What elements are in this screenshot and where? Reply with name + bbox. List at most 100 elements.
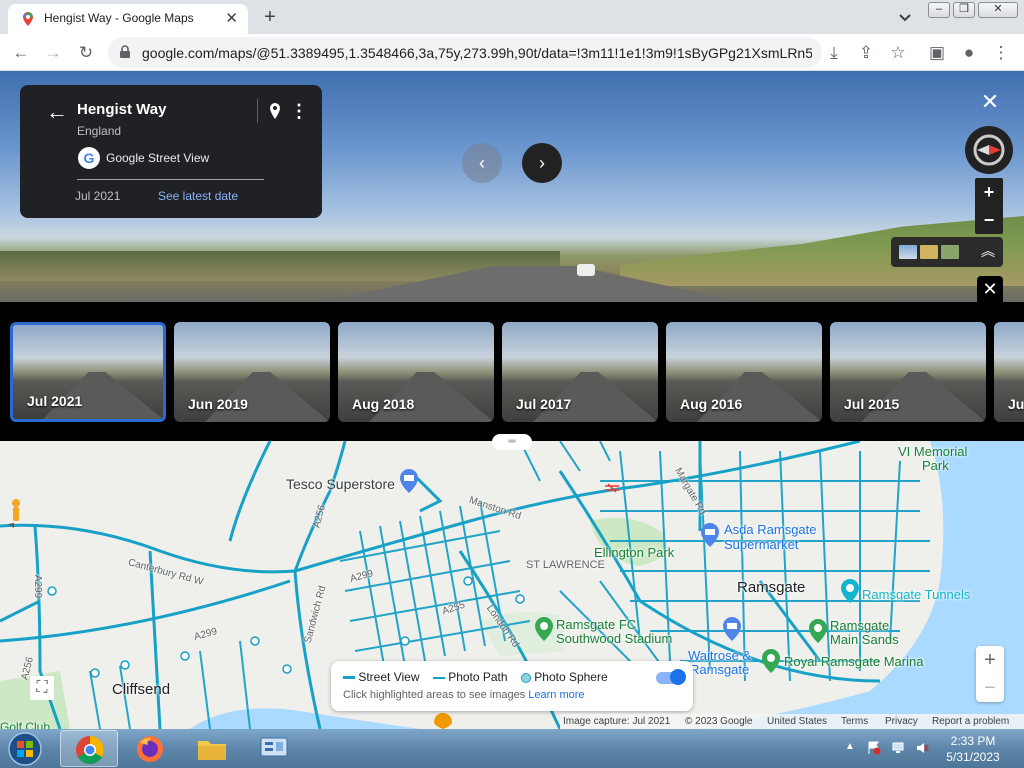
restore-button[interactable]: ❐ — [953, 2, 975, 18]
forward-arrow-icon[interactable]: → — [42, 42, 64, 64]
layer-thumbnail-field[interactable] — [920, 245, 938, 259]
layer-thumbnail-grass[interactable] — [941, 245, 959, 259]
report-problem-link[interactable]: Report a problem — [932, 716, 1009, 727]
map-label-golf-club[interactable]: Golf Club — [0, 720, 50, 729]
country-link[interactable]: United States — [767, 716, 827, 727]
volume-muted-icon[interactable] — [915, 741, 929, 755]
reload-icon[interactable]: ↻ — [75, 42, 97, 64]
timeline-thumbnail[interactable]: Aug 2018 — [338, 322, 494, 422]
action-center-flag-icon[interactable] — [867, 741, 881, 755]
tab-search-chevron-icon[interactable] — [895, 7, 915, 27]
system-clock[interactable]: 2:33 PM 5/31/2023 — [938, 733, 1008, 765]
show-hidden-icons[interactable]: ▲ — [845, 741, 855, 752]
map-label-waitrose-2[interactable]: Ramsgate — [690, 662, 749, 677]
street-view-layer-toggle[interactable] — [656, 669, 686, 685]
terms-link[interactable]: Terms — [841, 716, 868, 727]
see-latest-date-link[interactable]: See latest date — [158, 189, 238, 203]
legend-hint: Click highlighted areas to see images — [343, 689, 526, 701]
taskbar-explorer[interactable] — [183, 730, 241, 767]
map-label-cliffsend[interactable]: Cliffsend — [112, 681, 170, 698]
address-bar[interactable]: google.com/maps/@51.3389495,1.3548466,3a… — [108, 37, 822, 68]
close-window-button[interactable]: ✕ — [978, 2, 1018, 18]
install-icon[interactable]: ⤓ — [823, 42, 845, 64]
bookmark-star-icon[interactable]: ☆ — [887, 42, 909, 64]
map-label-vi-memorial-park[interactable]: Park — [922, 458, 949, 473]
shopping-cart-marker-icon[interactable] — [700, 523, 720, 547]
location-pin-icon[interactable] — [268, 102, 282, 120]
compass-icon[interactable] — [965, 126, 1013, 174]
panorama-car — [577, 264, 595, 276]
map-label-main-sands[interactable]: Main Sands — [830, 632, 899, 647]
learn-more-link[interactable]: Learn more — [528, 689, 584, 701]
map-zoom-in-button[interactable]: + — [976, 646, 1004, 674]
coverage-legend: Street View Photo Path Photo Sphere Clic… — [331, 661, 693, 711]
close-timeline-icon[interactable]: ✕ — [977, 276, 1003, 302]
provider-label: Google Street View — [106, 151, 210, 165]
street-view-info-card: ← Hengist Way England ⋮ G Google Street … — [20, 85, 322, 218]
street-view-zoom-control: + − — [975, 178, 1003, 234]
map-label-asda-2[interactable]: Supermarket — [724, 537, 798, 552]
previous-image-button[interactable]: ‹ — [462, 143, 502, 183]
map-label-tesco[interactable]: Tesco Superstore — [286, 476, 395, 492]
map-label-waitrose[interactable]: Waitrose & — [688, 648, 751, 663]
back-arrow-icon[interactable]: ← — [46, 99, 68, 125]
network-icon[interactable] — [891, 741, 905, 755]
map-label-ramsgate[interactable]: Ramsgate — [737, 579, 805, 596]
orange-marker-icon[interactable] — [433, 713, 453, 729]
tab-close-icon[interactable]: ✕ — [225, 9, 238, 27]
legend-photo-path: Photo Path — [448, 670, 508, 684]
timeline-thumbnail[interactable]: Jul 2021 — [10, 322, 166, 422]
layer-thumbnail-sky[interactable] — [899, 245, 917, 259]
timeline-thumbnail[interactable]: Jul 2015 — [830, 322, 986, 422]
layers-switcher[interactable]: ︽ — [891, 237, 1003, 267]
url-text[interactable]: google.com/maps/@51.3389495,1.3548466,3a… — [142, 45, 812, 61]
timeline-thumbnail[interactable]: Ju — [994, 322, 1024, 422]
map-label-vi-memorial[interactable]: VI Memorial — [898, 444, 967, 459]
zoom-in-button[interactable]: + — [975, 178, 1003, 206]
divider — [77, 179, 264, 180]
place-name: Hengist Way — [77, 101, 167, 118]
taskbar-control-panel[interactable] — [245, 730, 303, 767]
next-image-button[interactable]: › — [522, 143, 562, 183]
map-label-ellington-park[interactable]: Ellington Park — [594, 545, 674, 560]
chrome-menu-icon[interactable]: ⋮ — [990, 42, 1012, 64]
zoom-out-button[interactable]: − — [975, 206, 1003, 234]
browser-toolbar: ← → ↻ google.com/maps/@51.3389495,1.3548… — [0, 34, 1024, 71]
share-icon[interactable]: ⇪ — [855, 42, 877, 64]
close-street-view-icon[interactable]: ✕ — [979, 91, 1001, 113]
beach-marker-icon[interactable] — [808, 619, 828, 643]
shopping-cart-marker-icon[interactable] — [399, 469, 419, 493]
marina-marker-icon[interactable] — [761, 649, 781, 673]
fullscreen-icon[interactable]: ⛶ — [30, 676, 54, 700]
expand-chevron-icon[interactable]: ︽ — [981, 241, 995, 261]
new-tab-button[interactable]: + — [258, 5, 282, 29]
map-label-asda[interactable]: Asda Ramsgate — [724, 522, 817, 537]
shopping-cart-marker-icon[interactable] — [722, 617, 742, 641]
minimize-button[interactable]: – — [928, 2, 950, 18]
map-label-southwood-stadium[interactable]: Southwood Stadium — [556, 631, 672, 646]
map-label-ramsgate-fc[interactable]: Ramsgate FC — [556, 617, 636, 632]
timeline-thumbnail[interactable]: Jun 2019 — [174, 322, 330, 422]
windows-start-icon[interactable] — [4, 730, 46, 768]
capture-date: Jul 2021 — [75, 189, 121, 203]
browser-tab[interactable]: Hengist Way - Google Maps ✕ — [8, 4, 248, 34]
stadium-marker-icon[interactable] — [534, 617, 554, 641]
map-label-ramsgate-tunnels[interactable]: Ramsgate Tunnels — [862, 587, 970, 602]
map-zoom-out-button[interactable]: − — [976, 674, 1004, 702]
map-label-royal-ramsgate-marina[interactable]: Royal Ramsgate Marina — [784, 654, 923, 669]
profile-icon[interactable]: ● — [958, 42, 980, 64]
more-options-icon[interactable]: ⋮ — [290, 101, 308, 122]
timeline-thumbnail[interactable]: Jul 2017 — [502, 322, 658, 422]
map-label-ramsgate-main-sands[interactable]: Ramsgate — [830, 618, 889, 633]
timeline-thumbnail[interactable]: Aug 2016 — [666, 322, 822, 422]
camera-marker-icon[interactable] — [840, 579, 860, 603]
taskbar-firefox[interactable] — [121, 730, 179, 767]
privacy-link[interactable]: Privacy — [885, 716, 918, 727]
panel-resize-handle[interactable]: ═ — [492, 434, 532, 450]
pegman-icon[interactable] — [8, 498, 24, 528]
back-arrow-icon[interactable]: ← — [10, 42, 32, 64]
side-panel-icon[interactable]: ▣ — [926, 42, 948, 64]
legend-street-view: Street View — [358, 670, 420, 684]
taskbar-chrome[interactable] — [60, 730, 118, 767]
clock-time: 2:33 PM — [950, 734, 996, 748]
